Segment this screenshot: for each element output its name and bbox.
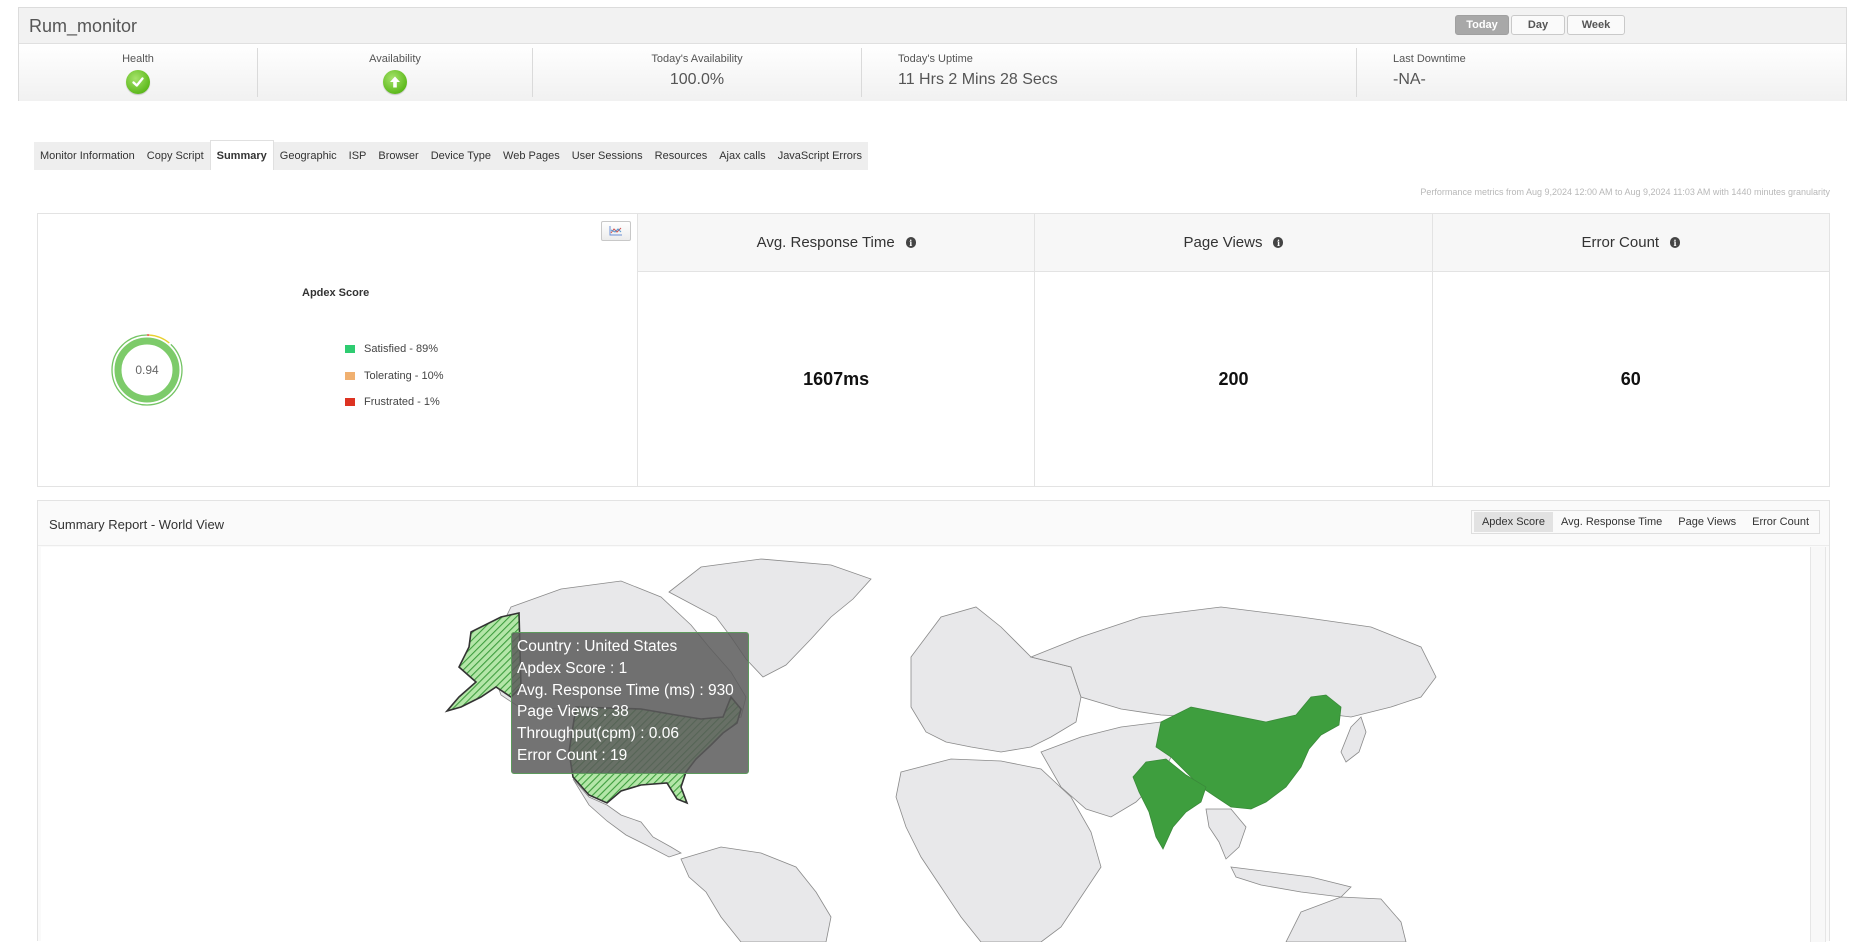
todays-availability-value: 100.0% <box>533 71 861 89</box>
availability-metric: Availability <box>258 48 533 97</box>
country-australia[interactable] <box>1286 897 1406 942</box>
legend-label-frustrated: Frustrated - 1% <box>364 396 440 408</box>
map-scrollbar[interactable] <box>1810 547 1826 942</box>
apdex-donut: 0.94 <box>109 332 185 413</box>
monitor-tabs: Monitor Information Copy Script Summary … <box>34 142 868 170</box>
country-russia[interactable] <box>1031 607 1436 725</box>
check-icon <box>126 70 150 94</box>
todays-uptime-value: 11 Hrs 2 Mins 28 Secs <box>898 71 1058 89</box>
country-united-states-alaska[interactable] <box>447 613 521 711</box>
region-europe[interactable] <box>911 607 1081 752</box>
tab-geographic[interactable]: Geographic <box>274 142 343 170</box>
todays-availability-label: Today's Availability <box>533 53 861 65</box>
kpi-label: Avg. Response Time <box>757 234 895 251</box>
map-metric-page-views[interactable]: Page Views <box>1670 512 1744 532</box>
world-map[interactable]: Country : United States Apdex Score : 1 … <box>41 547 1811 942</box>
todays-uptime-metric: Today's Uptime 11 Hrs 2 Mins 28 Secs <box>862 48 1357 97</box>
summary-cards: Apdex Score 0.94 Satisfied - 89% Tolerat… <box>37 213 1830 487</box>
monitor-title: Rum_monitor <box>29 16 137 37</box>
tooltip-error-count: Error Count : 19 <box>517 745 743 767</box>
legend-frustrated[interactable]: Frustrated - 1% <box>345 389 444 416</box>
tab-browser[interactable]: Browser <box>372 142 424 170</box>
todays-availability-metric: Today's Availability 100.0% <box>533 48 862 97</box>
kpi-label: Page Views <box>1184 234 1263 251</box>
map-tooltip: Country : United States Apdex Score : 1 … <box>511 632 749 774</box>
tab-web-pages[interactable]: Web Pages <box>497 142 566 170</box>
tab-user-sessions[interactable]: User Sessions <box>566 142 649 170</box>
apdex-legend: Satisfied - 89% Tolerating - 10% Frustra… <box>345 336 444 416</box>
world-view-panel: Summary Report - World View Apdex Score … <box>37 500 1830 941</box>
period-week-button[interactable]: Week <box>1567 15 1625 35</box>
legend-swatch-tolerating <box>345 372 355 380</box>
page-views-card: Page Views i 200 <box>1035 214 1432 486</box>
period-day-button[interactable]: Day <box>1511 15 1565 35</box>
country-japan[interactable] <box>1341 717 1366 762</box>
map-metric-error-count[interactable]: Error Count <box>1744 512 1817 532</box>
region-south-america[interactable] <box>681 847 831 942</box>
tab-javascript-errors[interactable]: JavaScript Errors <box>772 142 868 170</box>
health-metric: Health <box>19 48 258 97</box>
kpi-value: 60 <box>1433 272 1829 486</box>
avg-response-time-card: Avg. Response Time i 1607ms <box>638 214 1035 486</box>
apdex-panel: Apdex Score 0.94 Satisfied - 89% Tolerat… <box>38 214 638 486</box>
map-metric-switch: Apdex Score Avg. Response Time Page View… <box>1471 510 1820 534</box>
legend-swatch-satisfied <box>345 345 355 353</box>
monitor-header: Rum_monitor Today Day Week <box>19 8 1846 44</box>
tooltip-country: Country : United States <box>517 636 743 658</box>
world-view-header: Summary Report - World View Apdex Score … <box>38 501 1829 546</box>
line-chart-icon <box>609 226 623 236</box>
legend-satisfied[interactable]: Satisfied - 89% <box>345 336 444 363</box>
kpi-header: Page Views i <box>1035 214 1431 272</box>
tab-summary[interactable]: Summary <box>210 140 274 170</box>
availability-label: Availability <box>258 53 532 65</box>
tab-ajax-calls[interactable]: Ajax calls <box>713 142 771 170</box>
apdex-score-value: 0.94 <box>135 363 159 377</box>
region-indonesia[interactable] <box>1231 867 1351 897</box>
legend-tolerating[interactable]: Tolerating - 10% <box>345 363 444 390</box>
tab-monitor-information[interactable]: Monitor Information <box>34 142 141 170</box>
info-icon[interactable]: i <box>1670 237 1680 248</box>
tooltip-throughput: Throughput(cpm) : 0.06 <box>517 723 743 745</box>
info-icon[interactable]: i <box>1273 237 1283 248</box>
legend-label-tolerating: Tolerating - 10% <box>364 370 444 382</box>
tooltip-avg-response-time: Avg. Response Time (ms) : 930 <box>517 680 743 702</box>
legend-swatch-frustrated <box>345 398 355 406</box>
period-today-button[interactable]: Today <box>1455 15 1509 35</box>
tooltip-apdex-score: Apdex Score : 1 <box>517 658 743 680</box>
period-selector: Today Day Week <box>1455 15 1625 35</box>
health-label: Health <box>19 53 257 65</box>
tab-resources[interactable]: Resources <box>649 142 714 170</box>
kpi-label: Error Count <box>1582 234 1660 251</box>
tab-device-type[interactable]: Device Type <box>425 142 497 170</box>
legend-label-satisfied: Satisfied - 89% <box>364 343 438 355</box>
tooltip-page-views: Page Views : 38 <box>517 701 743 723</box>
arrow-up-icon <box>383 70 407 94</box>
region-southeast-asia[interactable] <box>1206 809 1246 859</box>
last-downtime-value: -NA- <box>1393 71 1426 89</box>
monitor-summary-panel: Rum_monitor Today Day Week Health Availa… <box>18 7 1847 101</box>
map-metric-apdex-score[interactable]: Apdex Score <box>1474 512 1553 532</box>
chart-view-toggle-button[interactable] <box>601 221 631 241</box>
tab-isp[interactable]: ISP <box>343 142 373 170</box>
error-count-card: Error Count i 60 <box>1433 214 1829 486</box>
todays-uptime-label: Today's Uptime <box>898 53 973 65</box>
last-downtime-label: Last Downtime <box>1393 53 1466 65</box>
kpi-header: Error Count i <box>1433 214 1829 272</box>
info-icon[interactable]: i <box>906 237 916 248</box>
monitor-metrics-row: Health Availability Today's Availability… <box>19 44 1846 101</box>
kpi-header: Avg. Response Time i <box>638 214 1034 272</box>
apdex-title: Apdex Score <box>302 287 369 299</box>
world-view-title: Summary Report - World View <box>49 517 224 532</box>
tab-copy-script[interactable]: Copy Script <box>141 142 210 170</box>
performance-metrics-note: Performance metrics from Aug 9,2024 12:0… <box>1420 187 1830 197</box>
kpi-value: 200 <box>1035 272 1431 486</box>
kpi-value: 1607ms <box>638 272 1034 486</box>
last-downtime-metric: Last Downtime -NA- <box>1357 48 1846 97</box>
map-metric-avg-response-time[interactable]: Avg. Response Time <box>1553 512 1670 532</box>
